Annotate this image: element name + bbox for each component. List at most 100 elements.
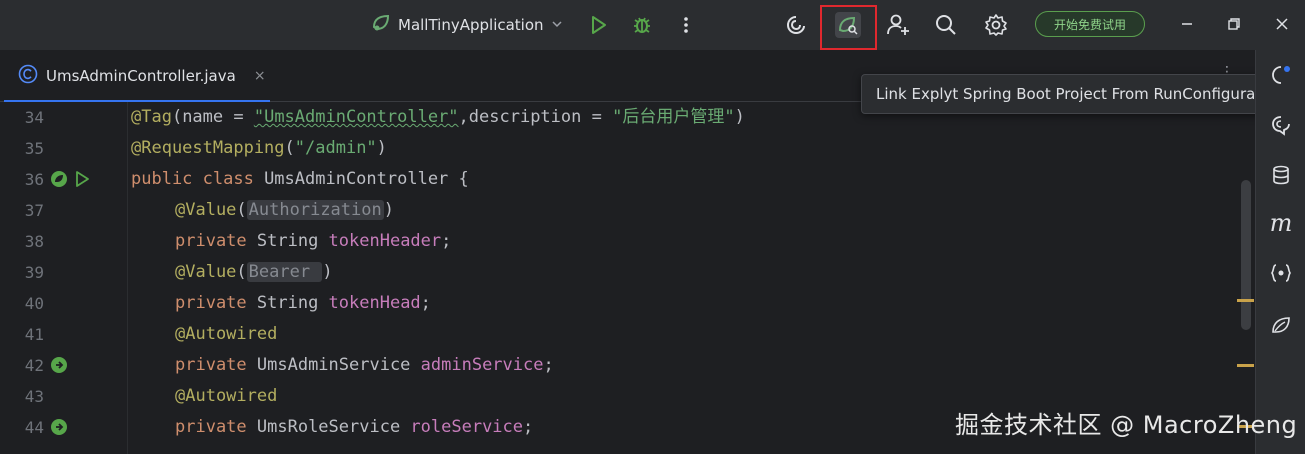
vertical-scrollbar[interactable] xyxy=(1241,180,1251,330)
code-line: @RequestMapping("/admin") xyxy=(131,133,387,164)
code-token: private xyxy=(175,231,257,251)
code-token: (name = xyxy=(171,107,254,127)
code-token: ( xyxy=(236,262,247,282)
watermark: 掘金技术社区 @ MacroZheng xyxy=(955,411,1298,439)
code-line: public class UmsAdminController { xyxy=(131,164,469,195)
code-token: @Autowired xyxy=(175,386,278,406)
code-token: ) xyxy=(376,138,387,158)
database-icon[interactable] xyxy=(1268,162,1294,188)
line-number: 36 xyxy=(24,170,44,189)
ai-assistant-icon[interactable] xyxy=(780,9,812,41)
assistant-chat-icon[interactable] xyxy=(1268,112,1294,138)
restore-icon[interactable] xyxy=(1222,12,1246,36)
code-token: @RequestMapping xyxy=(131,138,285,158)
code-line: @Autowired xyxy=(175,381,277,412)
close-window-icon[interactable] xyxy=(1270,12,1294,36)
code-line: @Tag(name = "UmsAdminController",descrip… xyxy=(131,102,745,133)
highlight-box xyxy=(820,5,877,50)
run-class-icon[interactable] xyxy=(73,170,91,188)
code-line: private UmsAdminService adminService; xyxy=(175,350,554,381)
title-bar: MallTinyApplication 开始免费试用 xyxy=(0,0,1305,50)
line-number: 35 xyxy=(24,139,44,158)
code-token: private xyxy=(175,417,257,437)
line-number: 42 xyxy=(24,356,44,375)
tab-label: UmsAdminController.java xyxy=(46,67,236,85)
code-token: ( xyxy=(284,138,295,158)
minimize-icon[interactable] xyxy=(1175,12,1199,36)
run-config-selector[interactable]: MallTinyApplication xyxy=(364,10,570,40)
tooltip: Link Explyt Spring Boot Project From Run… xyxy=(861,74,1286,114)
line-number: 41 xyxy=(24,325,44,344)
folded-value-hint[interactable]: Authorization xyxy=(246,200,384,220)
more-actions-icon[interactable] xyxy=(670,9,702,41)
code-token: tokenHead xyxy=(328,293,421,313)
warning-stripe-marker[interactable] xyxy=(1237,299,1254,302)
code-token: String xyxy=(256,293,329,313)
code-area[interactable]: @Tag(name = "UmsAdminController",descrip… xyxy=(127,102,1302,454)
run-icon[interactable] xyxy=(582,9,614,41)
line-number: 40 xyxy=(24,294,44,313)
code-token: ; xyxy=(543,355,554,375)
code-token: "/admin" xyxy=(294,138,377,158)
folded-value-hint[interactable]: Bearer xyxy=(246,262,323,282)
code-token: adminService xyxy=(420,355,544,375)
code-token: @Autowired xyxy=(175,324,278,344)
code-token: @Value xyxy=(175,262,237,282)
code-token: ) xyxy=(322,262,333,282)
code-token: ; xyxy=(441,231,452,251)
close-tab-icon[interactable]: × xyxy=(254,68,266,84)
code-line: private String tokenHeader; xyxy=(175,226,451,257)
code-token: private xyxy=(175,293,257,313)
code-token: ,description = xyxy=(458,107,613,127)
code-token: UmsAdminService xyxy=(256,355,421,375)
code-token: public class xyxy=(131,169,265,189)
code-line: @Value(Bearer ) xyxy=(175,257,333,288)
warning-stripe-marker[interactable] xyxy=(1237,364,1254,367)
class-icon xyxy=(18,64,38,88)
spring-boot-icon xyxy=(370,12,392,38)
spring-bean-icon[interactable] xyxy=(50,170,68,188)
code-line: private String tokenHead; xyxy=(175,288,431,319)
code-token: ; xyxy=(523,417,534,437)
code-token: @Value xyxy=(175,200,237,220)
code-token: tokenHeader xyxy=(328,231,442,251)
maven-icon[interactable]: m xyxy=(1268,209,1294,237)
line-number: 34 xyxy=(24,108,44,127)
spring-leaf-icon[interactable] xyxy=(1268,312,1294,338)
code-line: @Value(Authorization) xyxy=(175,195,394,226)
tab-ums-admin-controller[interactable]: UmsAdminController.java × xyxy=(0,50,270,103)
endpoints-icon[interactable] xyxy=(1268,260,1294,286)
line-number: 43 xyxy=(24,387,44,406)
code-token: "后台用户管理" xyxy=(612,107,735,127)
settings-gear-icon[interactable] xyxy=(980,9,1012,41)
code-token: UmsAdminController { xyxy=(264,169,469,189)
line-number: 38 xyxy=(24,232,44,251)
code-line: @Autowired xyxy=(175,319,277,350)
ai-chat-icon[interactable] xyxy=(1268,62,1294,88)
code-editor[interactable]: 34 35 36 37 38 39 40 41 42 43 44 @Tag(na… xyxy=(0,102,1302,454)
autowired-navigate-icon[interactable] xyxy=(50,418,68,436)
right-tool-strip: m xyxy=(1255,50,1305,454)
code-token: ) xyxy=(734,107,745,127)
line-number: 37 xyxy=(24,201,44,220)
chevron-down-icon xyxy=(550,16,564,35)
line-number: 44 xyxy=(24,418,44,437)
code-token: private xyxy=(175,355,257,375)
search-icon[interactable] xyxy=(930,9,962,41)
start-free-trial-button[interactable]: 开始免费试用 xyxy=(1035,11,1145,37)
code-token: ) xyxy=(383,200,394,220)
autowired-navigate-icon[interactable] xyxy=(50,356,68,374)
code-token: ; xyxy=(420,293,431,313)
add-user-icon[interactable] xyxy=(882,9,914,41)
code-token: UmsRoleService xyxy=(256,417,411,437)
line-number: 39 xyxy=(24,263,44,282)
code-token: @Tag xyxy=(131,107,172,127)
code-token: "UmsAdminController" xyxy=(253,107,459,127)
code-token: ( xyxy=(236,200,247,220)
code-token: roleService xyxy=(410,417,524,437)
line-gutter: 34 35 36 37 38 39 40 41 42 43 44 xyxy=(0,102,127,454)
code-line: private UmsRoleService roleService; xyxy=(175,412,533,443)
debug-icon[interactable] xyxy=(626,9,658,41)
code-token: String xyxy=(256,231,329,251)
run-config-label: MallTinyApplication xyxy=(398,16,544,34)
